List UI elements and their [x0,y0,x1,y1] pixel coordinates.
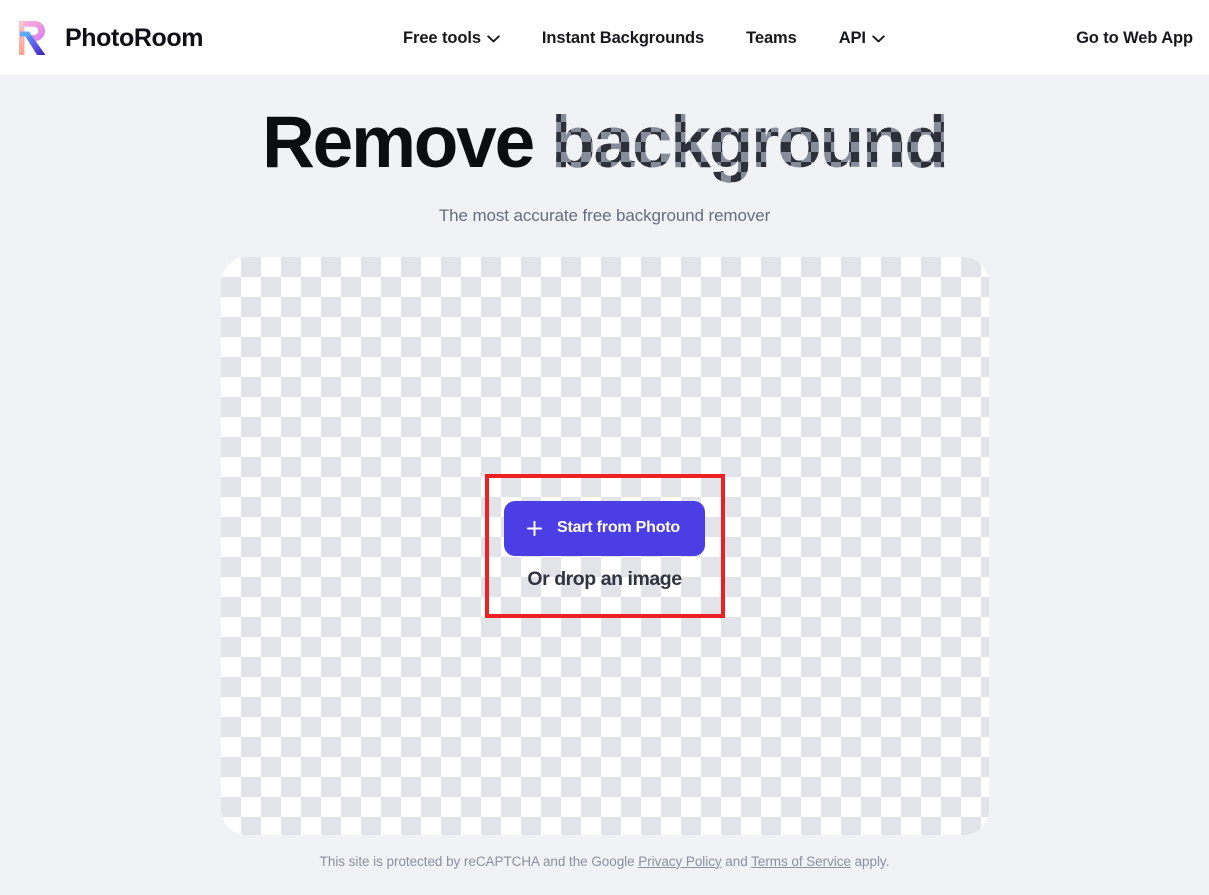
plus-icon [526,520,543,537]
site-header: PhotoRoom Free tools Instant Backgrounds… [0,0,1209,76]
brand-logo-link[interactable]: PhotoRoom [14,18,203,58]
nav-item-label: API [838,28,866,47]
page-title: Remove background [0,102,1209,184]
drop-image-hint: Or drop an image [527,567,682,590]
footer-text-suffix: apply. [850,853,890,869]
chevron-down-icon [872,33,885,43]
nav-item-label: Teams [746,28,797,47]
nav-item-api[interactable]: API [839,29,885,48]
main-navigation: Free tools Instant Backgrounds Teams API [403,29,885,48]
nav-item-label: Instant Backgrounds [541,28,705,47]
nav-item-instant-backgrounds[interactable]: Instant Backgrounds [542,29,704,48]
recaptcha-footer: This site is protected by reCAPTCHA and … [0,854,1209,869]
photoroom-r-logo-icon [14,18,52,58]
terms-of-service-link[interactable]: Terms of Service [751,854,851,869]
upload-dropzone[interactable]: Start from Photo Or drop an image [220,256,989,835]
page-title-plain: Remove [262,102,552,183]
page-title-transparent-word: background [551,102,947,183]
start-from-photo-button[interactable]: Start from Photo [503,500,706,556]
chevron-down-icon [487,33,500,43]
nav-item-label: Free tools [403,28,481,47]
page-subtitle: The most accurate free background remove… [438,205,771,225]
brand-name: PhotoRoom [65,23,204,52]
nav-item-free-tools[interactable]: Free tools [403,29,500,48]
footer-text-prefix: This site is protected by reCAPTCHA and … [319,853,639,869]
hero-section: Remove background The most accurate free… [0,76,1209,226]
upload-dropzone-wrapper: Start from Photo Or drop an image [220,256,989,835]
cta-highlight-box: Start from Photo Or drop an image [484,473,725,618]
go-to-web-app-link[interactable]: Go to Web App [1076,29,1193,48]
footer-text-middle: and [721,853,752,869]
start-from-photo-label: Start from Photo [556,519,681,537]
privacy-policy-link[interactable]: Privacy Policy [638,854,721,869]
nav-item-teams[interactable]: Teams [746,29,797,48]
header-right-actions: Go to Web App [1076,29,1193,48]
